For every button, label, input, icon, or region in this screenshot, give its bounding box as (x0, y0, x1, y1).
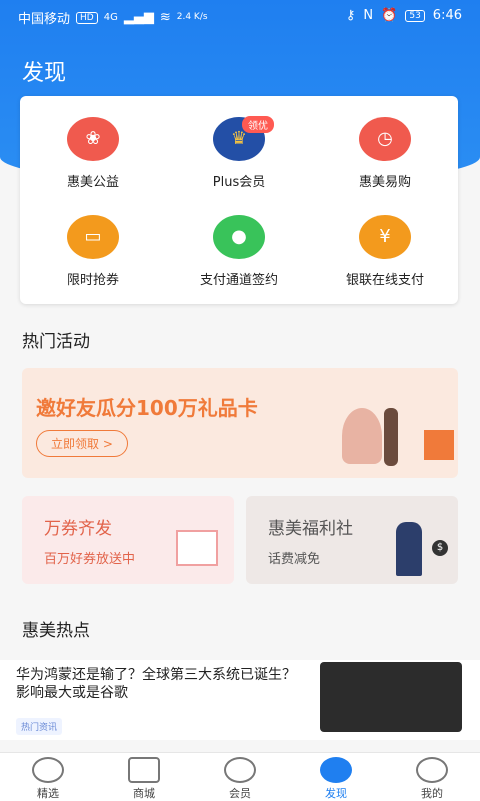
service-label: 惠美公益 (66, 174, 119, 190)
tab-mall[interactable]: 商城 (96, 753, 192, 801)
shopping-bag-icon: ◷ (359, 116, 411, 161)
service-flash-coupon[interactable]: ▭ 限时抢券 (20, 202, 166, 300)
bottom-tabbar: 精选 商城 会员 发现 我的 (0, 752, 480, 801)
tab-mine[interactable]: 我的 (384, 753, 480, 801)
status-bar: 中国移动 HD 4G ▂▄▆ ≋ 2.4 K/s ⚷ N ⏰ 53 6:46 (0, 0, 480, 32)
promo-subtitle: 话费减免 (268, 552, 321, 567)
services-card: ❀ 惠美公益 ♛ Plus会员 领优 ◷ 惠美易购 ▭ 限时抢券 ● 支付通道签… (20, 96, 458, 304)
section-hot-points: 惠美热点 (22, 621, 90, 641)
promo-subtitle: 百万好券放送中 (44, 552, 136, 567)
service-label: 银联在线支付 (345, 272, 424, 288)
nfc-icon: N (363, 8, 374, 23)
promo-title: 惠美福利社 (268, 519, 353, 539)
bag-icon (128, 757, 160, 783)
lotus-icon: ❀ (67, 116, 119, 161)
service-label: 支付通道签约 (199, 272, 278, 288)
tab-label: 发现 (325, 787, 347, 800)
alarm-icon: ⏰ (381, 8, 398, 23)
news-thumbnail (320, 662, 462, 732)
news-item[interactable]: 华为鸿蒙还是输了？全球第三大系统已诞生？影响最大或是谷歌 热门资讯 (0, 660, 480, 740)
tab-featured[interactable]: 精选 (0, 753, 96, 801)
tab-label: 精选 (37, 787, 59, 800)
invite-banner[interactable]: 邀好友瓜分100万礼品卡 立即领取 > (22, 368, 458, 478)
service-unionpay[interactable]: ¥ 银联在线支付 (312, 202, 458, 300)
news-tag: 热门资讯 (16, 718, 63, 735)
service-label: Plus会员 (212, 174, 266, 190)
signal-icon: ▂▄▆ (123, 10, 154, 25)
network-type: 4G (103, 12, 118, 23)
battery-icon: 53 (405, 9, 425, 22)
ticket-icon: ▭ (67, 214, 119, 259)
compass-icon (320, 757, 352, 783)
tab-label: 我的 (421, 787, 443, 800)
card-yen-icon: ¥ (359, 214, 411, 259)
service-plus-member[interactable]: ♛ Plus会员 领优 (166, 104, 312, 202)
claim-now-button[interactable]: 立即领取 > (36, 430, 128, 457)
service-label: 惠美易购 (358, 174, 411, 190)
businessman-illustration (396, 522, 422, 576)
page-title: 发现 (22, 61, 67, 86)
person-icon (416, 757, 448, 783)
banner-title: 邀好友瓜分100万礼品卡 (36, 396, 258, 420)
service-payment-sign[interactable]: ● 支付通道签约 (166, 202, 312, 300)
carrier-label: 中国移动 (18, 12, 71, 27)
dollar-icon: $ (432, 540, 448, 556)
gift-illustration (424, 430, 454, 460)
clock: 6:46 (432, 8, 462, 23)
section-hot-activities: 热门活动 (22, 332, 90, 352)
coupon-promo-card[interactable]: 万券齐发 百万好券放送中 (22, 496, 234, 584)
tab-discover[interactable]: 发现 (288, 753, 384, 801)
tab-member[interactable]: 会员 (192, 753, 288, 801)
hd-badge: HD (76, 11, 98, 24)
tab-label: 会员 (229, 787, 251, 800)
speed-indicator: 2.4 K/s (176, 12, 208, 22)
key-icon: ⚷ (345, 8, 356, 23)
star-icon (32, 757, 64, 783)
service-shop[interactable]: ◷ 惠美易购 (312, 104, 458, 202)
gift-box-illustration (176, 530, 218, 566)
person-illustration (384, 408, 398, 466)
coupon-badge: 领优 (242, 116, 274, 133)
crown-icon (224, 757, 256, 783)
news-headline: 华为鸿蒙还是输了？全球第三大系统已诞生？影响最大或是谷歌 (16, 667, 296, 701)
welfare-promo-card[interactable]: 惠美福利社 话费减免 $ (246, 496, 458, 584)
service-label: 限时抢券 (66, 272, 119, 288)
service-charity[interactable]: ❀ 惠美公益 (20, 104, 166, 202)
tree-illustration (342, 408, 382, 464)
promo-title: 万券齐发 (44, 519, 112, 539)
user-icon: ● (213, 214, 265, 259)
tab-label: 商城 (133, 787, 155, 800)
wifi-icon: ≋ (159, 10, 171, 25)
